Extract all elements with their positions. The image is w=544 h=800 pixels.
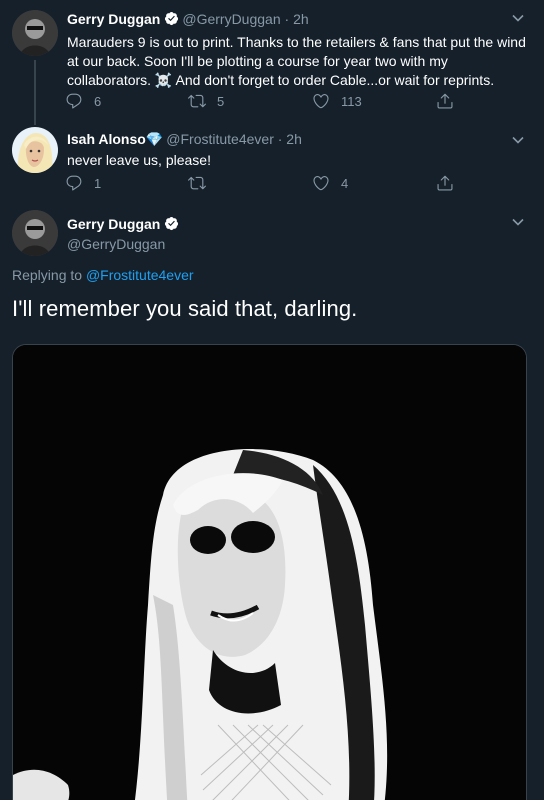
display-name[interactable]: Gerry Duggan bbox=[67, 216, 160, 232]
tweet-2[interactable]: Isah Alonso💎 @Frostitute4ever · 2h never … bbox=[0, 122, 544, 200]
reply-icon bbox=[66, 93, 82, 109]
share-button[interactable] bbox=[436, 92, 454, 110]
display-name[interactable]: Isah Alonso bbox=[67, 131, 146, 147]
replying-to: Replying to @Frostitute4ever bbox=[12, 267, 194, 283]
mention-link[interactable]: @Frostitute4ever bbox=[86, 267, 194, 283]
heart-icon bbox=[313, 176, 329, 191]
reply-count: 6 bbox=[94, 93, 102, 109]
chevron-down-icon[interactable] bbox=[510, 10, 526, 26]
handle[interactable]: @GerryDuggan bbox=[67, 236, 165, 252]
timestamp[interactable]: · 2h bbox=[285, 11, 309, 27]
avatar[interactable] bbox=[12, 127, 58, 173]
verified-badge-icon bbox=[164, 216, 179, 234]
chevron-down-icon[interactable] bbox=[510, 132, 526, 148]
tweet-header: Gerry Duggan @GerryDuggan · 2h bbox=[67, 11, 309, 29]
heart-icon bbox=[313, 94, 329, 109]
share-button[interactable] bbox=[436, 174, 454, 192]
share-icon bbox=[437, 175, 453, 191]
reply-icon bbox=[66, 175, 82, 191]
reply-button[interactable]: 6 bbox=[65, 92, 101, 110]
main-tweet-text: I'll remember you said that, darling. bbox=[12, 296, 358, 321]
timestamp[interactable]: · 2h bbox=[278, 131, 302, 147]
retweet-button[interactable]: 5 bbox=[188, 92, 224, 110]
avatar[interactable] bbox=[12, 10, 58, 56]
like-count: 4 bbox=[341, 175, 349, 191]
handle-line: @GerryDuggan bbox=[67, 236, 165, 252]
like-button[interactable]: 4 bbox=[312, 174, 348, 192]
retweet-icon bbox=[188, 176, 206, 190]
tweet-text: Marauders 9 is out to print. Thanks to t… bbox=[67, 34, 526, 88]
tweet-actions: 6 5 113 bbox=[60, 92, 480, 112]
tweet-header: Gerry Duggan bbox=[67, 216, 182, 234]
share-icon bbox=[437, 93, 453, 109]
display-name[interactable]: Gerry Duggan bbox=[67, 11, 160, 27]
tweet-1[interactable]: Gerry Duggan @GerryDuggan · 2h Marauders … bbox=[0, 0, 544, 125]
retweet-icon bbox=[188, 94, 206, 108]
handle[interactable]: @Frostitute4ever bbox=[166, 131, 274, 147]
handle[interactable]: @GerryDuggan bbox=[182, 11, 280, 27]
like-count: 113 bbox=[341, 93, 362, 109]
tweet-header: Isah Alonso💎 @Frostitute4ever · 2h bbox=[67, 131, 302, 148]
chevron-down-icon[interactable] bbox=[510, 214, 526, 230]
tweet-media-image[interactable] bbox=[12, 344, 527, 800]
thread-line bbox=[34, 60, 36, 125]
retweet-button[interactable] bbox=[188, 174, 206, 192]
replying-prefix: Replying to bbox=[12, 267, 86, 283]
tweet-actions: 1 4 bbox=[60, 174, 480, 194]
diamond-emoji: 💎 bbox=[145, 131, 164, 147]
avatar[interactable] bbox=[12, 210, 58, 256]
reply-count: 1 bbox=[94, 175, 102, 191]
verified-badge-icon bbox=[164, 11, 179, 29]
reply-button[interactable]: 1 bbox=[65, 174, 101, 192]
retweet-count: 5 bbox=[217, 93, 225, 109]
tweet-text: never leave us, please! bbox=[67, 152, 211, 168]
like-button[interactable]: 113 bbox=[312, 92, 362, 110]
